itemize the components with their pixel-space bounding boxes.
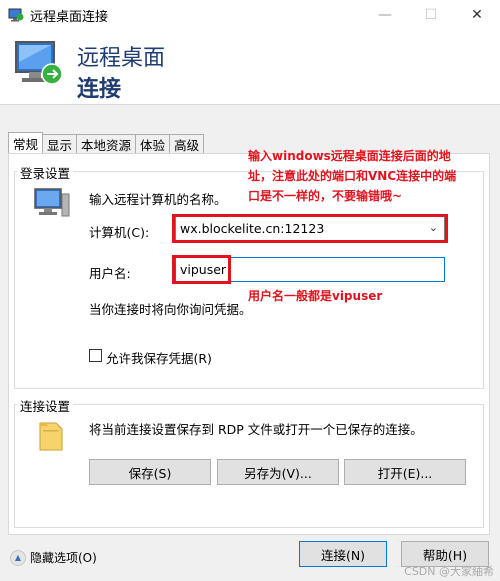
connect-button[interactable]: 连接(N) <box>299 541 387 567</box>
header-banner: 远程桌面 连接 <box>0 30 500 105</box>
computer-highlight-box <box>172 214 448 243</box>
login-settings-label: 登录设置 <box>17 163 74 182</box>
login-prompt: 输入远程计算机的名称。 <box>89 192 227 207</box>
tab-local-resources[interactable]: 本地资源 <box>76 134 137 154</box>
open-button[interactable]: 打开(E)... <box>344 459 466 485</box>
maximize-button[interactable]: ☐ <box>408 0 454 30</box>
computer-label: 计算机(C): <box>89 225 150 240</box>
username-highlight-box <box>172 255 231 284</box>
connection-description: 将当前连接设置保存到 RDP 文件或打开一个已保存的连接。 <box>89 422 423 437</box>
username-label: 用户名: <box>89 266 131 281</box>
folder-icon <box>36 420 66 455</box>
remote-desktop-app-icon <box>8 8 24 22</box>
tab-strip: 常规 显示 本地资源 体验 高级 <box>8 132 205 154</box>
banner-title-line2: 连接 <box>77 77 122 102</box>
tab-experience[interactable]: 体验 <box>135 134 171 154</box>
chevron-up-icon: ▲ <box>10 549 26 566</box>
save-button[interactable]: 保存(S) <box>89 459 211 485</box>
credential-note: 当你连接时将向你询问凭据。 <box>89 302 252 317</box>
tab-general[interactable]: 常规 <box>8 132 44 154</box>
connection-settings-label: 连接设置 <box>17 396 74 415</box>
window-title: 远程桌面连接 <box>30 9 109 25</box>
tab-advanced[interactable]: 高级 <box>169 134 205 154</box>
annotation-username-note: 用户名一般都是vipuser <box>248 289 383 303</box>
banner-title-line1: 远程桌面 <box>77 46 166 71</box>
save-credentials-checkbox[interactable] <box>89 349 102 362</box>
hide-options-label: 隐藏选项(O) <box>30 551 97 565</box>
tab-display[interactable]: 显示 <box>42 134 78 154</box>
annotation-address-line3: 口是不一样的，不要输错哦~ <box>248 189 403 203</box>
annotation-address-line2: 址，注意此处的端口和VNC连接中的端 <box>248 169 457 183</box>
save-credentials-label[interactable]: 允许我保存凭据(R) <box>106 348 212 367</box>
annotation-address-line1: 输入windows远程桌面连接后面的地 <box>248 149 451 163</box>
title-bar: 远程桌面连接 — ☐ ✕ <box>0 0 500 30</box>
annotation-address-note: 输入windows远程桌面连接后面的地 址，注意此处的端口和VNC连接中的端 口… <box>248 146 456 206</box>
minimize-button[interactable]: — <box>362 0 408 30</box>
remote-desktop-monitor-icon <box>14 40 64 96</box>
save-as-button[interactable]: 另存为(V)... <box>217 459 339 485</box>
computer-icon <box>34 188 70 223</box>
close-button[interactable]: ✕ <box>454 0 500 30</box>
hide-options-toggle[interactable]: ▲ 隐藏选项(O) <box>10 549 97 566</box>
watermark: CSDN @大家紬希 <box>404 565 494 578</box>
